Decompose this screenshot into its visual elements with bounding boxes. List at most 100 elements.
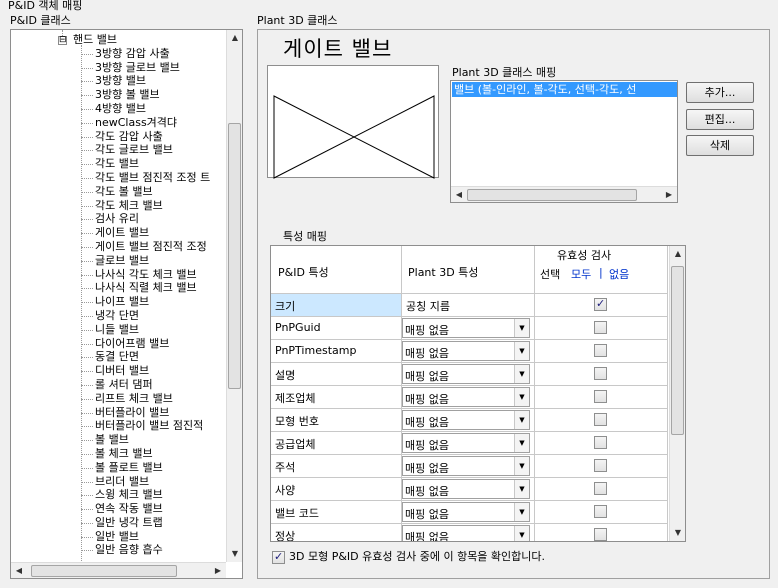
chevron-down-icon[interactable]: ▼ xyxy=(514,503,529,521)
edit-button[interactable]: 편집... xyxy=(686,109,754,130)
pid-property-cell[interactable]: PnPTimestamp xyxy=(271,340,402,363)
tree-node[interactable]: 각도 글로브 밸브 xyxy=(11,143,227,157)
mapping-hscroll-thumb[interactable] xyxy=(467,189,637,201)
tree-node[interactable]: 4방향 밸브 xyxy=(11,102,227,116)
tree-node[interactable]: 각도 볼 밸브 xyxy=(11,185,227,199)
chevron-down-icon[interactable]: ▼ xyxy=(514,480,529,498)
plant3d-property-dropdown[interactable]: 매핑 없음 ▼ xyxy=(402,318,530,338)
tree-node-hand-valve[interactable]: ⊟ 핸드 밸브 xyxy=(11,33,227,47)
tree-node[interactable]: 볼 플로트 밸브 xyxy=(11,461,227,475)
plant3d-property-cell[interactable]: 공칭 지름 xyxy=(402,294,535,317)
mapping-hscrollbar[interactable]: ◀ ▶ xyxy=(451,186,677,202)
tree-node[interactable]: 디버터 밸브 xyxy=(11,364,227,378)
plant3d-property-cell[interactable]: 매핑 없음 ▼ xyxy=(402,409,535,432)
pid-class-tree[interactable]: ⊟ 핸드 밸브 3방향 감압 사출 3방향 글로브 밸브 3방향 밸브 3방향 볼 밸… xyxy=(10,29,243,579)
validation-checkbox[interactable] xyxy=(594,297,607,311)
pid-property-cell[interactable]: PnPGuid xyxy=(271,317,402,340)
tree-node[interactable]: 롤 셔터 댐퍼 xyxy=(11,378,227,392)
tree-node[interactable]: 3방향 볼 밸브 xyxy=(11,88,227,102)
plant3d-property-dropdown[interactable]: 매핑 없음 ▼ xyxy=(402,502,530,522)
delete-button[interactable]: 삭제 xyxy=(686,135,754,156)
tree-vscrollbar[interactable]: ▲ ▼ xyxy=(226,30,242,562)
plant3d-property-cell[interactable]: 매핑 없음 ▼ xyxy=(402,317,535,340)
tree-node[interactable]: 게이트 밸브 점진적 조정 xyxy=(11,240,227,254)
tree-node[interactable]: 일반 냉각 트랩 xyxy=(11,516,227,530)
pid-property-cell[interactable]: 밸브 코드 xyxy=(271,501,402,524)
validation-checkbox[interactable] xyxy=(594,459,607,472)
validation-checkbox[interactable] xyxy=(594,436,607,449)
plant3d-property-dropdown[interactable]: 매핑 없음 ▼ xyxy=(402,364,530,384)
tree-node[interactable]: 니들 밸브 xyxy=(11,323,227,337)
tree-node[interactable]: 리프트 체크 밸브 xyxy=(11,392,227,406)
pid-property-cell[interactable]: 정상 xyxy=(271,524,402,541)
chevron-down-icon[interactable]: ▼ xyxy=(514,411,529,429)
validation-checkbox[interactable] xyxy=(594,390,607,403)
tree-node[interactable]: 냉각 단면 xyxy=(11,309,227,323)
chevron-down-icon[interactable]: ▼ xyxy=(514,365,529,383)
tree-node[interactable]: 나사식 각도 체크 밸브 xyxy=(11,268,227,282)
collapse-icon[interactable]: ⊟ xyxy=(58,36,67,45)
plant3d-property-cell[interactable]: 매핑 없음 ▼ xyxy=(402,455,535,478)
scroll-left-icon[interactable]: ◀ xyxy=(11,563,27,578)
scroll-left-icon[interactable]: ◀ xyxy=(451,187,467,202)
tree-node[interactable]: 각도 감압 사출 xyxy=(11,130,227,144)
tree-node[interactable]: 볼 체크 밸브 xyxy=(11,447,227,461)
grid-vscrollbar[interactable]: ▲ ▼ xyxy=(669,246,685,541)
pid-property-cell[interactable]: 공급업체 xyxy=(271,432,402,455)
tree-node[interactable]: 볼 밸브 xyxy=(11,433,227,447)
tree-node[interactable]: 각도 밸브 xyxy=(11,157,227,171)
validation-checkbox[interactable] xyxy=(594,505,607,518)
validation-checkbox[interactable] xyxy=(594,321,607,334)
plant3d-property-cell[interactable]: 매핑 없음 ▼ xyxy=(402,478,535,501)
tree-node[interactable]: newClass겨격댜 xyxy=(11,116,227,130)
property-mapping-grid[interactable]: P&ID 특성 Plant 3D 특성 유효성 검사 선택 모두 | 없음 크기… xyxy=(270,245,686,542)
pid-property-cell[interactable]: 크기 xyxy=(271,294,402,317)
plant3d-property-cell[interactable]: 매핑 없음 ▼ xyxy=(402,340,535,363)
chevron-down-icon[interactable]: ▼ xyxy=(514,319,529,337)
scroll-up-icon[interactable]: ▲ xyxy=(670,246,685,262)
plant3d-property-dropdown[interactable]: 매핑 없음 ▼ xyxy=(402,456,530,476)
select-all-link[interactable]: 모두 xyxy=(571,266,591,282)
validation-checkbox[interactable] xyxy=(594,482,607,495)
scroll-down-icon[interactable]: ▼ xyxy=(670,525,685,541)
pid-property-cell[interactable]: 주석 xyxy=(271,455,402,478)
plant3d-property-cell[interactable]: 매핑 없음 ▼ xyxy=(402,524,535,541)
chevron-down-icon[interactable]: ▼ xyxy=(514,342,529,360)
pid-property-cell[interactable]: 설명 xyxy=(271,363,402,386)
tree-node[interactable]: 일반 밸브 xyxy=(11,530,227,544)
plant3d-property-dropdown[interactable]: 매핑 없음 ▼ xyxy=(402,479,530,499)
pid-property-cell[interactable]: 사양 xyxy=(271,478,402,501)
tree-node[interactable]: 스윙 체크 밸브 xyxy=(11,488,227,502)
plant3d-property-dropdown[interactable]: 매핑 없음 ▼ xyxy=(402,433,530,453)
plant3d-property-cell[interactable]: 매핑 없음 ▼ xyxy=(402,386,535,409)
tree-node[interactable]: 3방향 글로브 밸브 xyxy=(11,61,227,75)
tree-hscrollbar[interactable]: ◀ ▶ xyxy=(11,562,226,578)
pid-property-cell[interactable]: 제조업체 xyxy=(271,386,402,409)
tree-node[interactable]: 브리더 밸브 xyxy=(11,475,227,489)
validation-checkbox[interactable] xyxy=(594,413,607,426)
plant3d-property-dropdown[interactable]: 매핑 없음 ▼ xyxy=(402,387,530,407)
plant3d-property-dropdown[interactable]: 매핑 없음 ▼ xyxy=(402,410,530,430)
tree-node[interactable]: 다이어프램 밸브 xyxy=(11,337,227,351)
scroll-up-icon[interactable]: ▲ xyxy=(227,30,242,46)
tree-node[interactable]: 버터플라이 밸브 xyxy=(11,406,227,420)
scroll-right-icon[interactable]: ▶ xyxy=(661,187,677,202)
mapping-list-item[interactable]: 밸브 (볼-인라인, 볼-각도, 선택-각도, 선 xyxy=(452,82,677,97)
scroll-down-icon[interactable]: ▼ xyxy=(227,546,242,562)
tree-node[interactable]: 검사 유리 xyxy=(11,212,227,226)
plant3d-property-dropdown[interactable]: 매핑 없음 ▼ xyxy=(402,341,530,361)
tree-node[interactable]: 3방향 감압 사출 xyxy=(11,47,227,61)
validation-checkbox[interactable] xyxy=(594,367,607,380)
plant3d-property-cell[interactable]: 매핑 없음 ▼ xyxy=(402,363,535,386)
tree-node[interactable]: 각도 체크 밸브 xyxy=(11,199,227,213)
plant3d-mapping-list[interactable]: 밸브 (볼-인라인, 볼-각도, 선택-각도, 선 ◀ ▶ xyxy=(450,80,678,203)
tree-node[interactable]: 일반 음향 흡수 xyxy=(11,543,227,557)
chevron-down-icon[interactable]: ▼ xyxy=(514,457,529,475)
pid-property-cell[interactable]: 모형 번호 xyxy=(271,409,402,432)
chevron-down-icon[interactable]: ▼ xyxy=(514,388,529,406)
tree-hscroll-thumb[interactable] xyxy=(31,565,177,577)
plant3d-property-dropdown[interactable]: 매핑 없음 ▼ xyxy=(402,525,530,541)
select-none-link[interactable]: 없음 xyxy=(609,266,629,282)
grid-vscroll-thumb[interactable] xyxy=(671,266,684,435)
validate-during-3d-checkbox[interactable] xyxy=(272,550,285,564)
